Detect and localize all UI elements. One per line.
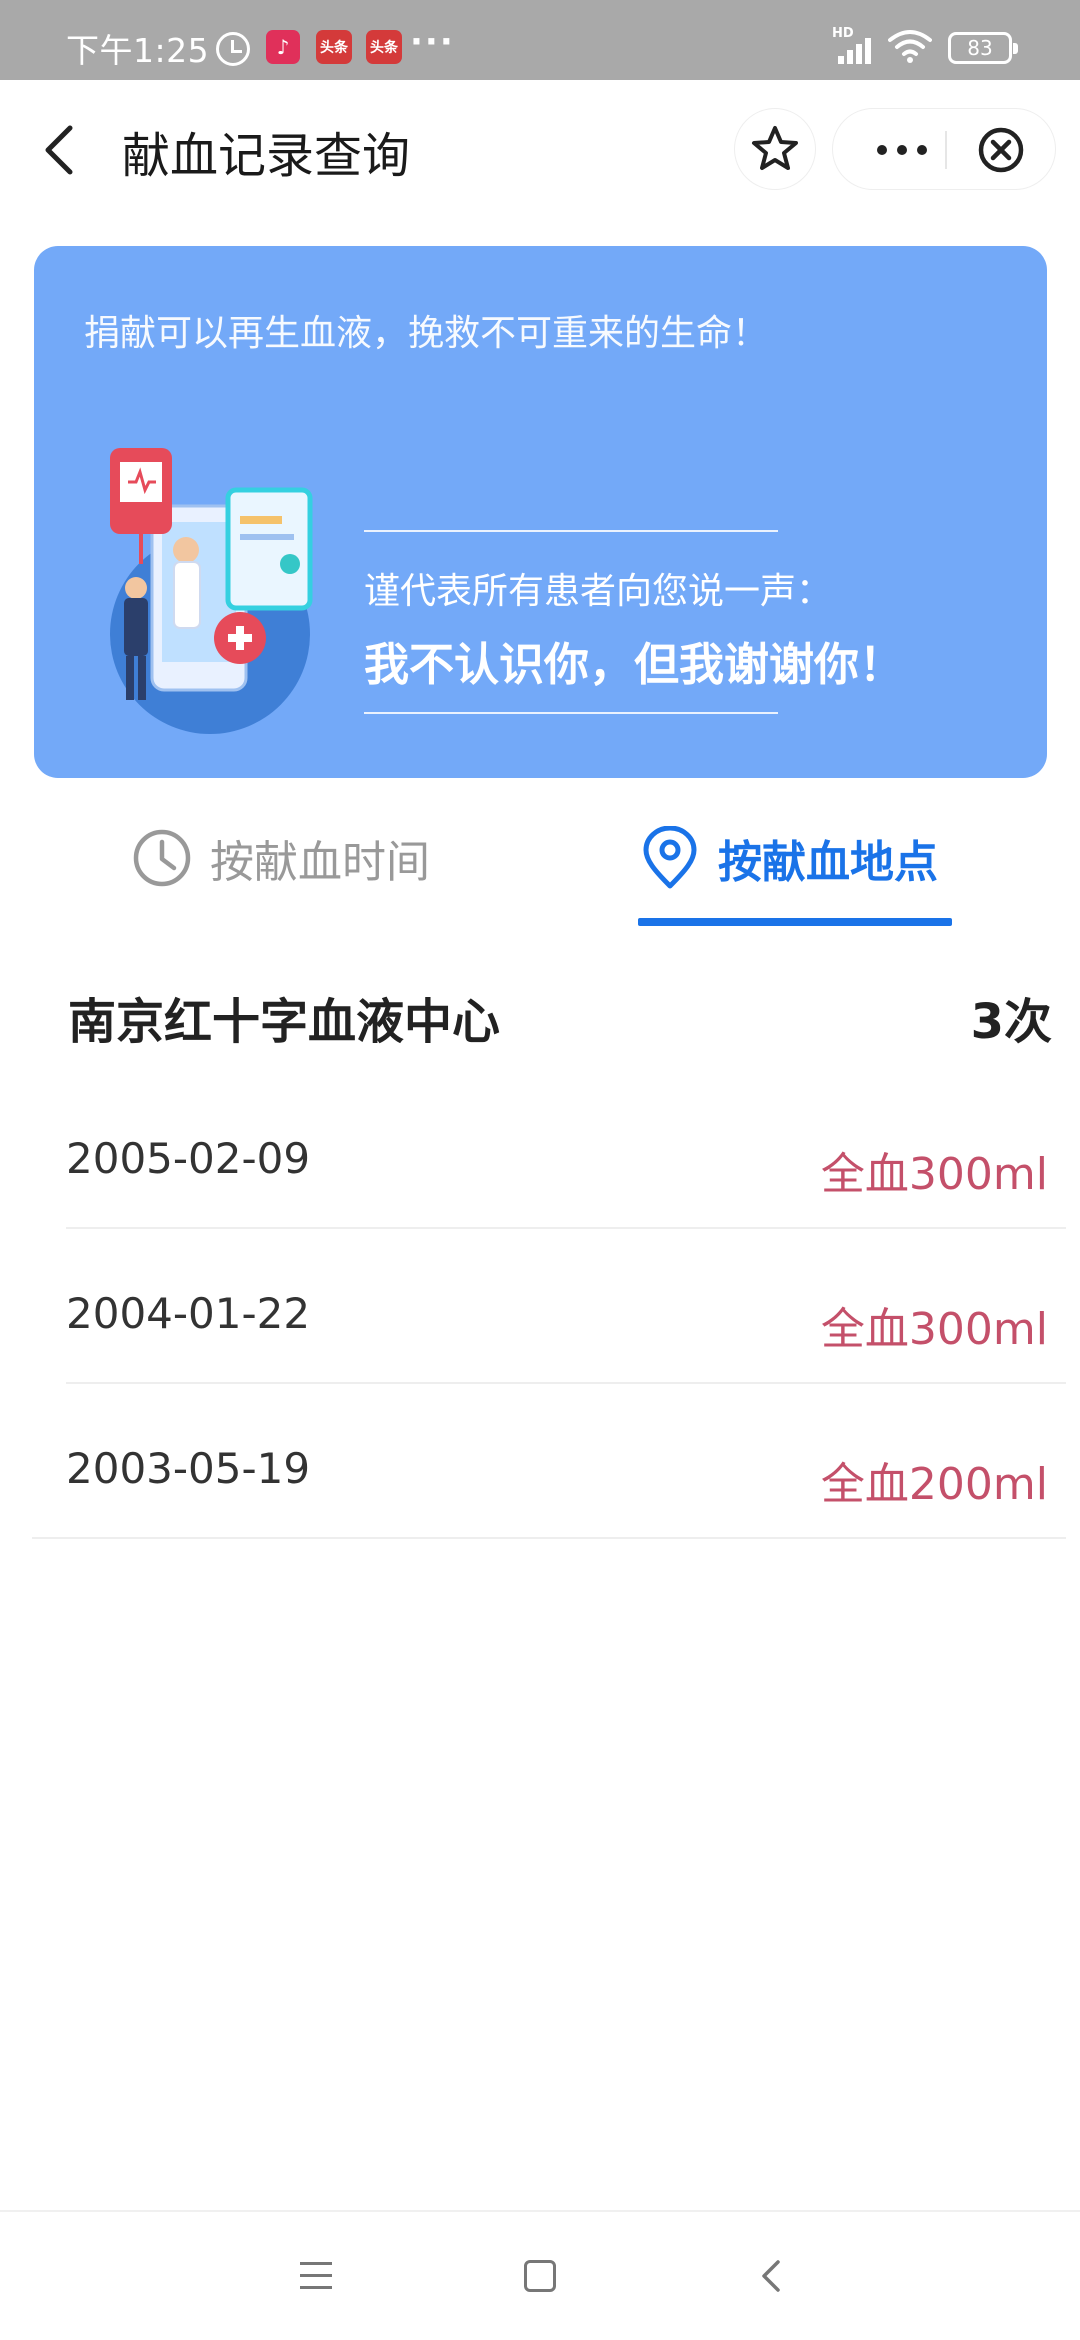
- mini-program-capsule: [832, 108, 1056, 190]
- star-icon: [752, 126, 798, 170]
- tiktok-icon: ♪: [266, 30, 300, 64]
- record-amount: 全血300ml: [820, 1304, 1048, 1355]
- toutiao-icon: 头条: [366, 30, 402, 64]
- banner-divider-top: [364, 530, 778, 532]
- row-divider: [32, 1537, 1066, 1539]
- location-name: 南京红十字血液中心: [68, 994, 501, 1050]
- donation-record-list: 2005-02-09 全血300ml 2004-01-22 全血300ml 20…: [0, 1074, 1080, 1539]
- location-pin-icon: [643, 826, 697, 889]
- doctor-patient-illustration: [110, 448, 313, 734]
- location-group-header: 南京红十字血液中心 3次: [0, 970, 1080, 1060]
- battery-indicator: 83: [948, 32, 1018, 64]
- home-icon[interactable]: [524, 2260, 556, 2292]
- tab-by-location-label: 按献血地点: [718, 837, 938, 888]
- wifi-icon: [888, 30, 932, 63]
- status-bar: 下午1:25 ♪ 头条 头条 ··· HD 83: [0, 0, 1080, 80]
- record-row: 2005-02-09 全血300ml: [0, 1074, 1080, 1229]
- close-mini-program-icon[interactable]: [977, 126, 1025, 174]
- record-date: 2003-05-19: [66, 1444, 311, 1493]
- tab-by-time[interactable]: 按献血时间: [132, 818, 430, 898]
- favorite-button[interactable]: [734, 108, 816, 190]
- record-date: 2005-02-09: [66, 1134, 311, 1183]
- record-date: 2004-01-22: [66, 1289, 311, 1338]
- active-tab-indicator: [638, 918, 952, 926]
- banner-thanks-text: 我不认识你，但我谢谢你！: [364, 638, 905, 691]
- toutiao-icon: 头条: [316, 30, 352, 64]
- record-row: 2003-05-19 全血200ml: [0, 1384, 1080, 1539]
- banner-slogan: 捐献可以再生血液，挽救不可重来的生命！: [84, 313, 769, 354]
- tab-by-time-label: 按献血时间: [210, 837, 430, 888]
- record-row: 2004-01-22 全血300ml: [0, 1229, 1080, 1384]
- record-amount: 全血200ml: [820, 1459, 1048, 1510]
- donation-count: 3次: [970, 994, 1052, 1050]
- donation-banner: 捐献可以再生血液，挽救不可重来的生命！ 谨代表所有患者向您说一声： 我不认识你，…: [34, 246, 1047, 778]
- more-options-button[interactable]: [863, 131, 941, 169]
- banner-sub-text: 谨代表所有患者向您说一声：: [364, 571, 833, 612]
- nav-back-icon[interactable]: [752, 2256, 792, 2296]
- alarm-icon: [216, 32, 250, 66]
- more-notifications-icon: ···: [410, 22, 455, 62]
- menu-icon[interactable]: [300, 2262, 332, 2290]
- record-amount: 全血300ml: [820, 1149, 1048, 1200]
- capsule-divider: [945, 131, 947, 169]
- banner-divider-bottom: [364, 712, 778, 714]
- back-icon[interactable]: [36, 120, 86, 180]
- header: 献血记录查询: [0, 80, 1080, 210]
- sort-tabs: 按献血时间 按献血地点: [0, 800, 1080, 930]
- tab-by-location[interactable]: 按献血地点: [640, 818, 938, 898]
- system-navigation-bar: [0, 2210, 1080, 2340]
- signal-icon: [838, 36, 874, 64]
- page-title: 献血记录查询: [122, 128, 411, 184]
- clock-icon: [133, 829, 191, 887]
- status-time: 下午1:25: [66, 31, 210, 70]
